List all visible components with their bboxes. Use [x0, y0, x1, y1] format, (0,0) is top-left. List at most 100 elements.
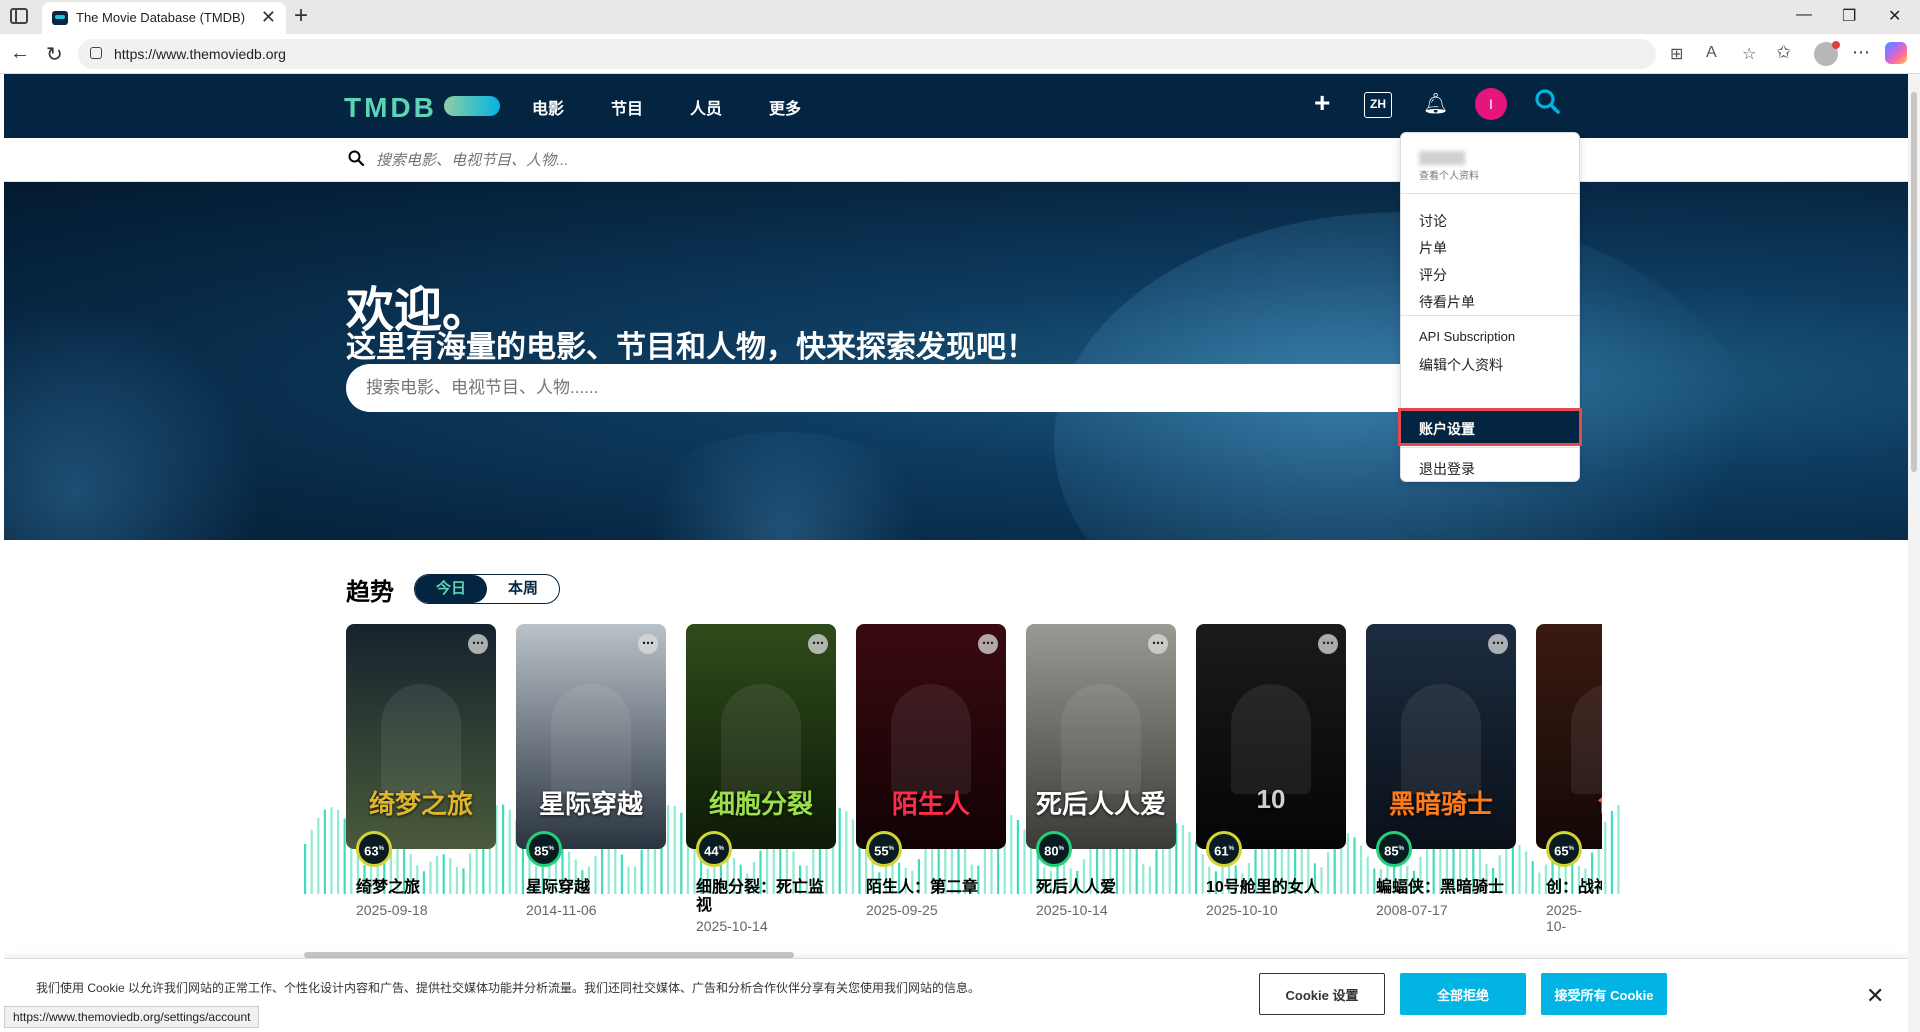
language-button[interactable]: ZH: [1364, 92, 1392, 118]
tmdb-logo[interactable]: TMDB: [344, 92, 437, 124]
menu-account-settings[interactable]: 账户设置: [1398, 408, 1582, 446]
wave-bar: [1353, 837, 1356, 894]
menu-watchlist[interactable]: 待看片单: [1419, 292, 1475, 312]
movie-title[interactable]: 10号舱里的女人: [1206, 879, 1346, 897]
poster-title: 陌生人: [891, 789, 970, 819]
toggle-week[interactable]: 本周: [487, 575, 559, 603]
movie-poster[interactable]: 创⋯: [1536, 624, 1602, 849]
reject-all-button[interactable]: 全部拒绝: [1400, 973, 1526, 1015]
accept-all-button[interactable]: 接受所有 Cookie: [1541, 973, 1667, 1015]
movie-poster[interactable]: 星际穿越 ⋯: [516, 624, 666, 849]
movie-poster[interactable]: 死后人人爱 ⋯: [1026, 624, 1176, 849]
menu-ratings[interactable]: 评分: [1419, 265, 1447, 285]
movie-title[interactable]: 死后人人爱: [1036, 879, 1176, 897]
refresh-icon[interactable]: ↻: [46, 42, 63, 67]
menu-more[interactable]: 更多: [769, 95, 801, 119]
poster-figure: [1231, 684, 1311, 794]
movie-poster[interactable]: 细胞分裂 ⋯: [686, 624, 836, 849]
movie-title[interactable]: 绮梦之旅: [356, 879, 496, 897]
poster-figure: [1401, 684, 1481, 794]
more-menu-icon[interactable]: ⋯: [1852, 42, 1870, 63]
toggle-today[interactable]: 今日: [415, 575, 487, 603]
profile-icon[interactable]: [1814, 41, 1840, 66]
movie-poster[interactable]: 10 ⋯: [1196, 624, 1346, 849]
wave-bar: [680, 812, 683, 894]
header-search-bar: [4, 138, 1908, 182]
cookie-settings-button[interactable]: Cookie 设置: [1259, 973, 1385, 1015]
wave-bar: [1360, 845, 1363, 894]
minimize-icon[interactable]: —: [1796, 6, 1812, 24]
favorite-star-icon[interactable]: ☆: [1742, 44, 1756, 64]
search-icon[interactable]: [1534, 88, 1560, 119]
account-dropdown: 查看个人资料 讨论 片单 评分 待看片单 API Subscription 编辑…: [1398, 132, 1582, 482]
poster-figure: [891, 684, 971, 794]
movie-poster[interactable]: 陌生人 ⋯: [856, 624, 1006, 849]
more-options-icon[interactable]: ⋯: [978, 634, 998, 654]
add-icon[interactable]: +: [1314, 88, 1330, 118]
score-value: 65: [1554, 843, 1569, 859]
more-options-icon[interactable]: ⋯: [1318, 634, 1338, 654]
movie-card[interactable]: 创⋯65% 创：战神 2025-10-: [1536, 624, 1602, 944]
app-available-icon[interactable]: ⊞: [1670, 44, 1683, 64]
wave-bar: [1195, 841, 1198, 894]
window-close-icon[interactable]: ✕: [1888, 6, 1901, 26]
url-field[interactable]: https://www.themoviedb.org ⊞ A ☆: [78, 39, 1756, 69]
copilot-icon[interactable]: [1885, 42, 1907, 64]
movie-title[interactable]: 蝙蝠侠：黑暗骑士: [1376, 879, 1516, 897]
percent-sign: %: [548, 846, 554, 852]
view-profile-link[interactable]: 查看个人资料: [1419, 167, 1479, 182]
tmdb-favicon-icon: [52, 11, 68, 25]
movie-poster[interactable]: 黑暗骑士 ⋯: [1366, 624, 1516, 849]
movie-title[interactable]: 创：战神: [1546, 879, 1602, 897]
menu-movies[interactable]: 电影: [532, 95, 564, 119]
wave-bar: [1604, 821, 1607, 894]
movie-poster[interactable]: 绮梦之旅 ⋯: [346, 624, 496, 849]
more-options-icon[interactable]: ⋯: [638, 634, 658, 654]
menu-tv[interactable]: 节目: [611, 95, 643, 119]
poster-title: 创: [1536, 784, 1602, 821]
favorites-icon[interactable]: ✩: [1776, 42, 1791, 63]
percent-sign: %: [1398, 846, 1404, 852]
movie-title[interactable]: 星际穿越: [526, 879, 666, 897]
status-url: https://www.themoviedb.org/settings/acco…: [4, 1006, 260, 1028]
back-icon[interactable]: ←: [10, 42, 30, 65]
poster-figure: [1061, 684, 1141, 794]
new-tab-icon[interactable]: +: [294, 3, 308, 29]
logo-pill: [444, 96, 500, 116]
scroll-thumb[interactable]: [1911, 92, 1917, 472]
hero-search-input[interactable]: [366, 376, 1266, 400]
close-tab-icon[interactable]: ✕: [261, 7, 276, 27]
header-search-input[interactable]: [376, 148, 1176, 172]
browser-tab[interactable]: The Movie Database (TMDB) ✕: [42, 2, 286, 34]
avatar[interactable]: I: [1475, 88, 1507, 120]
menu-api-subscription[interactable]: API Subscription: [1419, 329, 1515, 344]
movie-title[interactable]: 陌生人：第二章: [866, 879, 1006, 897]
bell-icon[interactable]: 🔔︎: [1423, 91, 1448, 116]
wave-bar: [1531, 861, 1534, 894]
hero-subtitle: 这里有海量的电影、节目和人物，快来探索发现吧！: [346, 331, 1036, 364]
tmdb-page: TMDB 电影 节目 人员 更多 + ZH 🔔︎ I 欢迎。 这里有海量的电影、…: [4, 74, 1908, 1032]
menu-edit-profile[interactable]: 编辑个人资料: [1419, 355, 1503, 375]
more-options-icon[interactable]: ⋯: [1148, 634, 1168, 654]
wave-bar: [1016, 819, 1019, 894]
more-options-icon[interactable]: ⋯: [1488, 634, 1508, 654]
menu-lists[interactable]: 片单: [1419, 238, 1447, 258]
menu-discussions[interactable]: 讨论: [1419, 211, 1447, 231]
trending-title: 趋势: [346, 579, 394, 606]
username-blurred: [1419, 151, 1465, 165]
menu-people[interactable]: 人员: [690, 95, 722, 119]
wave-bar: [845, 811, 848, 894]
movie-title[interactable]: 细胞分裂：死亡监视: [696, 879, 836, 915]
score-value: 85: [1384, 843, 1399, 859]
more-options-icon[interactable]: ⋯: [808, 634, 828, 654]
restore-icon[interactable]: ❐: [1842, 6, 1856, 26]
vertical-tabs-icon[interactable]: [10, 8, 28, 24]
page-scrollbar[interactable]: [1908, 74, 1920, 1032]
percent-sign: %: [1568, 846, 1574, 852]
score-value: 55: [874, 843, 889, 859]
release-date: 2025-09-25: [866, 902, 938, 918]
menu-logout[interactable]: 退出登录: [1419, 459, 1475, 479]
close-icon[interactable]: ✕: [1866, 983, 1884, 1009]
read-aloud-icon[interactable]: A: [1706, 44, 1717, 62]
more-options-icon[interactable]: ⋯: [468, 634, 488, 654]
